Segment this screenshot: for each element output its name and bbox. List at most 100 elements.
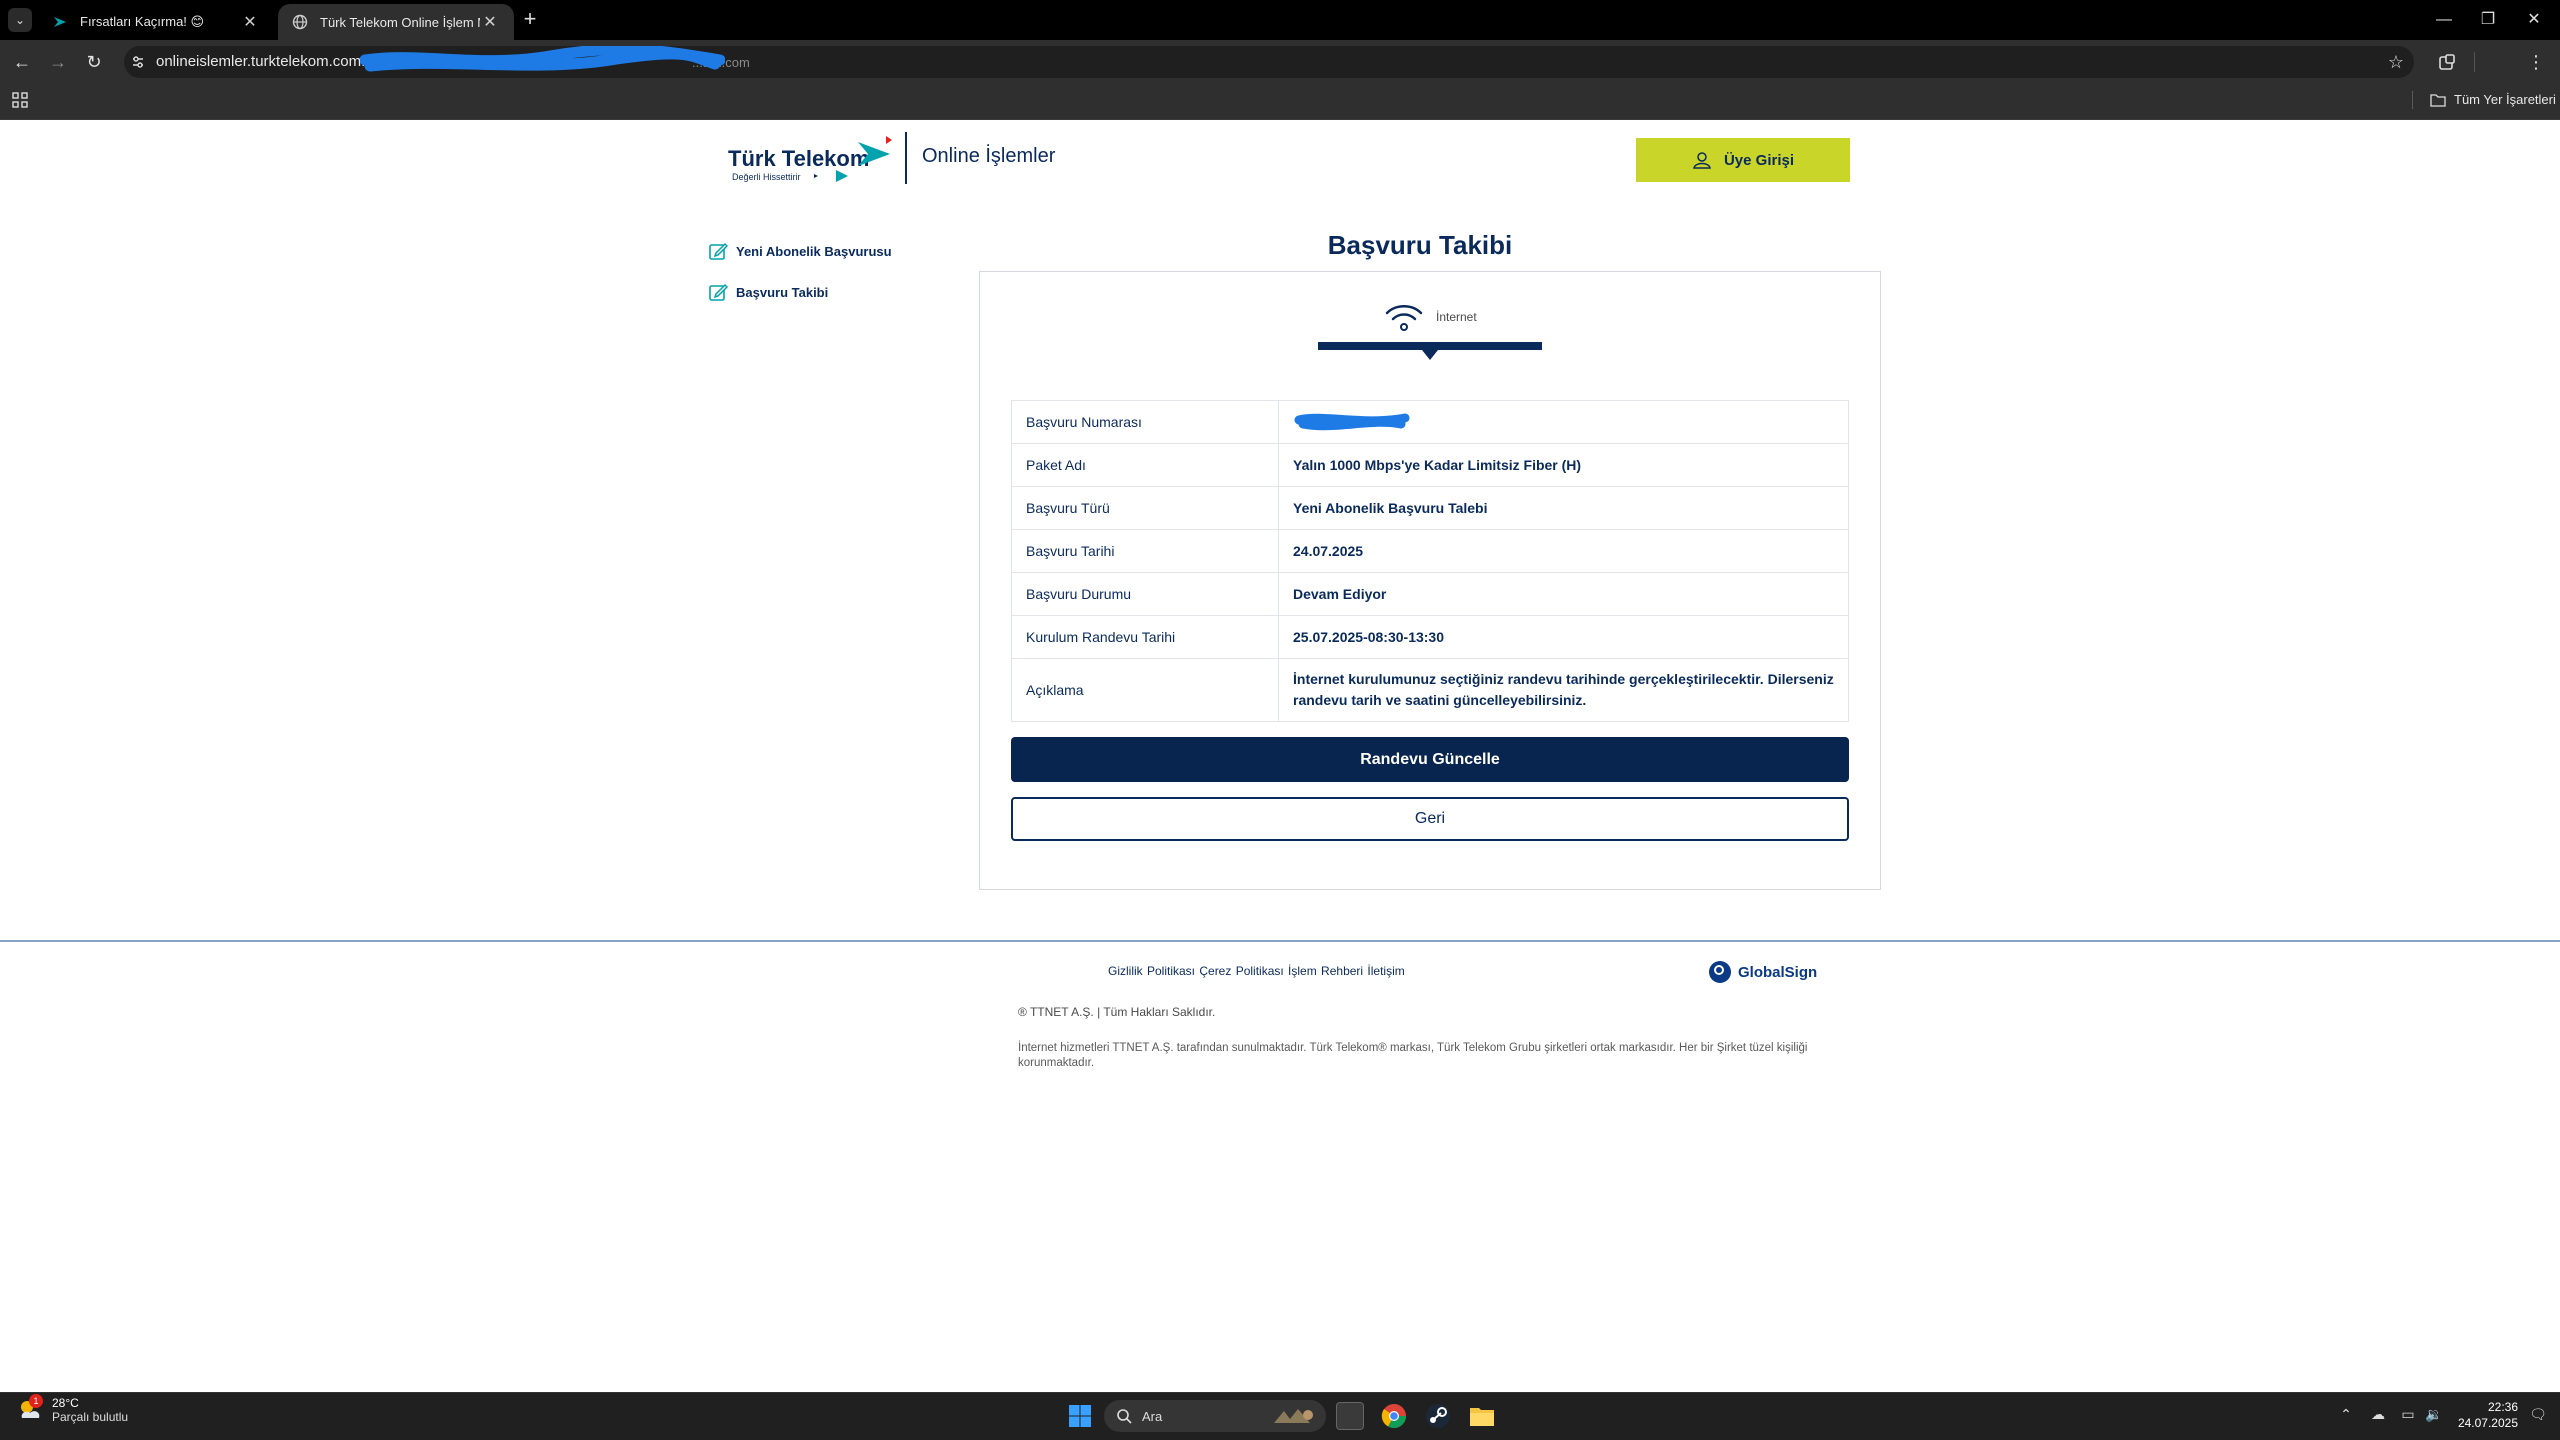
edit-icon [709,283,728,301]
tab-internet[interactable]: İnternet [1384,302,1477,332]
sidebar-item-label: Yeni Abonelik Başvurusu [736,243,892,259]
row-key: Başvuru Numarası [1011,400,1279,444]
globalsign-logo-icon [1709,961,1731,983]
row-value: 25.07.2025-08:30-13:30 [1278,615,1849,659]
apps-grid-icon[interactable] [12,92,28,108]
slogan-text: Değerli Hissettirir [732,172,801,182]
table-row: Başvuru Tarihi 24.07.2025 [1011,529,1849,573]
active-tab-indicator [1318,342,1542,350]
chrome-menu-icon[interactable]: ⋮ [2522,48,2550,76]
tab-title: Türk Telekom Online İşlem Mer [320,14,480,30]
member-login-label: Üye Girişi [1723,151,1795,169]
globalsign-label: GlobalSign [1738,963,1818,981]
bookmarks-bar [0,82,2560,120]
tray-expand-icon[interactable]: ⌃ [2336,1406,2356,1423]
user-icon [1693,152,1711,169]
member-login-button[interactable]: Üye Girişi [1636,138,1850,182]
clock-time: 22:36 [2487,1400,2518,1414]
sidebar-item-application-tracking[interactable]: Başvuru Takibi [708,280,828,304]
steam-taskbar-icon[interactable] [1424,1402,1452,1430]
tab-title: Fırsatları Kaçırma! 😊 [80,14,205,29]
extensions-icon[interactable] [2438,53,2456,71]
row-value: 24.07.2025 [1278,529,1849,573]
copyright-text: ® TTNET A.Ş. | Tüm Hakları Saklıdır. [1018,1005,1216,1019]
minimize-window-icon[interactable]: — [2422,6,2466,34]
weather-label: Parçalı bulutlu [52,1410,129,1424]
tab-search-button[interactable]: ⌄ [8,8,32,32]
reload-icon[interactable]: ↻ [80,48,108,76]
close-window-icon[interactable]: ✕ [2512,6,2556,34]
close-tab-icon[interactable]: ✕ [480,12,500,32]
row-key: Başvuru Türü [1011,486,1279,530]
table-row: Açıklama İnternet kurulumunuz seçtiğiniz… [1011,658,1849,722]
row-key: Paket Adı [1011,443,1279,487]
redaction-scribble [1294,413,1410,430]
row-value: İnternet kurulumunuz seçtiğiniz randevu … [1278,658,1849,722]
turk-telekom-logo[interactable]: Türk Telekom Değerli Hissettirir [726,128,926,188]
site-info-icon[interactable] [130,54,146,70]
temperature-label: 28°C [52,1396,79,1410]
all-bookmarks-label: Tüm Yer İşaretleri [2454,92,2556,107]
network-icon[interactable]: ☁ [2368,1406,2388,1423]
volume-icon[interactable]: 🔉 [2424,1406,2444,1423]
folder-icon [2430,93,2446,107]
weather-widget[interactable]: 1 28°C Parçalı bulutlu [16,1394,129,1424]
disclaimer-text: İnternet hizmetleri TTNET A.Ş. tarafında… [1018,1042,1808,1069]
browser-tab-active[interactable]: Türk Telekom Online İşlem Mer ✕ [278,4,514,40]
row-value: Yalın 1000 Mbps'ye Kadar Limitsiz Fiber … [1278,443,1849,487]
globalsign-badge[interactable]: GlobalSign [1708,960,1817,984]
display-icon[interactable]: ▭ [2398,1406,2418,1423]
taskbar-search[interactable]: Ara [1104,1400,1326,1432]
bookmarks-divider [2412,91,2413,109]
wifi-icon [1385,305,1423,331]
logo-divider [905,132,907,184]
chrome-taskbar-icon[interactable] [1380,1402,1408,1430]
back-button[interactable]: Geri [1011,797,1849,841]
row-value: Yeni Abonelik Başvuru Talebi [1278,486,1849,530]
active-tab-caret [1422,350,1438,360]
notifications-icon[interactable]: 🗨 [2528,1406,2548,1423]
table-row: Başvuru Türü Yeni Abonelik Başvuru Taleb… [1011,486,1849,530]
url-text: onlineislemler.turktelekom.com.tr [156,53,375,70]
globe-favicon-icon [292,14,308,30]
edit-icon [709,242,728,260]
sidebar-item-label: Başvuru Takibi [736,284,829,300]
table-row: Başvuru Numarası [1011,400,1849,444]
windows-start-icon[interactable] [1068,1404,1092,1428]
row-key: Açıklama [1011,658,1279,722]
back-arrow-icon[interactable]: ← [8,48,36,76]
search-icon [1117,1409,1132,1424]
forward-arrow-icon[interactable]: → [44,48,72,76]
row-key: Başvuru Durumu [1011,572,1279,616]
sidebar-item-new-subscription[interactable]: Yeni Abonelik Başvurusu [708,239,892,263]
redaction-scribble [360,46,725,72]
footer-divider [0,940,2560,942]
tab-internet-label: İnternet [1436,310,1477,324]
new-tab-button[interactable]: + [518,8,542,32]
bookmark-star-icon[interactable]: ☆ [2382,48,2410,76]
page-title: Başvuru Takibi [1327,230,1513,260]
row-key: Kurulum Randevu Tarihi [1011,615,1279,659]
clock-date: 24.07.2025 [2457,1416,2518,1430]
brand-text: Türk Telekom [728,146,869,171]
file-explorer-icon[interactable] [1468,1402,1496,1430]
online-islemler-title: Online İşlemler [922,145,1056,167]
turktelekom-favicon-icon [52,14,68,30]
toolbar-divider [2474,52,2475,72]
row-key: Başvuru Tarihi [1011,529,1279,573]
system-clock[interactable]: 22:36 24.07.2025 [2448,1399,2518,1431]
search-label: Ara [1142,1408,1163,1424]
row-value-redacted [1278,400,1849,444]
search-highlight-icon [1274,1409,1313,1423]
table-row: Kurulum Randevu Tarihi 25.07.2025-08:30-… [1011,615,1849,659]
restore-window-icon[interactable]: ❐ [2466,6,2510,34]
weather-icon: 1 [16,1394,44,1424]
table-row: Başvuru Durumu Devam Ediyor [1011,572,1849,616]
all-bookmarks-button[interactable]: Tüm Yer İşaretleri [2430,92,2556,107]
update-appointment-button[interactable]: Randevu Güncelle [1011,737,1849,782]
footer-links[interactable]: Gizlilik Politikası Çerez Politikası İşl… [1108,964,1405,978]
task-view-icon[interactable] [1336,1402,1364,1430]
close-tab-icon[interactable]: ✕ [240,12,260,32]
browser-tab[interactable]: Fırsatları Kaçırma! 😊 ✕ [38,4,274,40]
row-value: Devam Ediyor [1278,572,1849,616]
